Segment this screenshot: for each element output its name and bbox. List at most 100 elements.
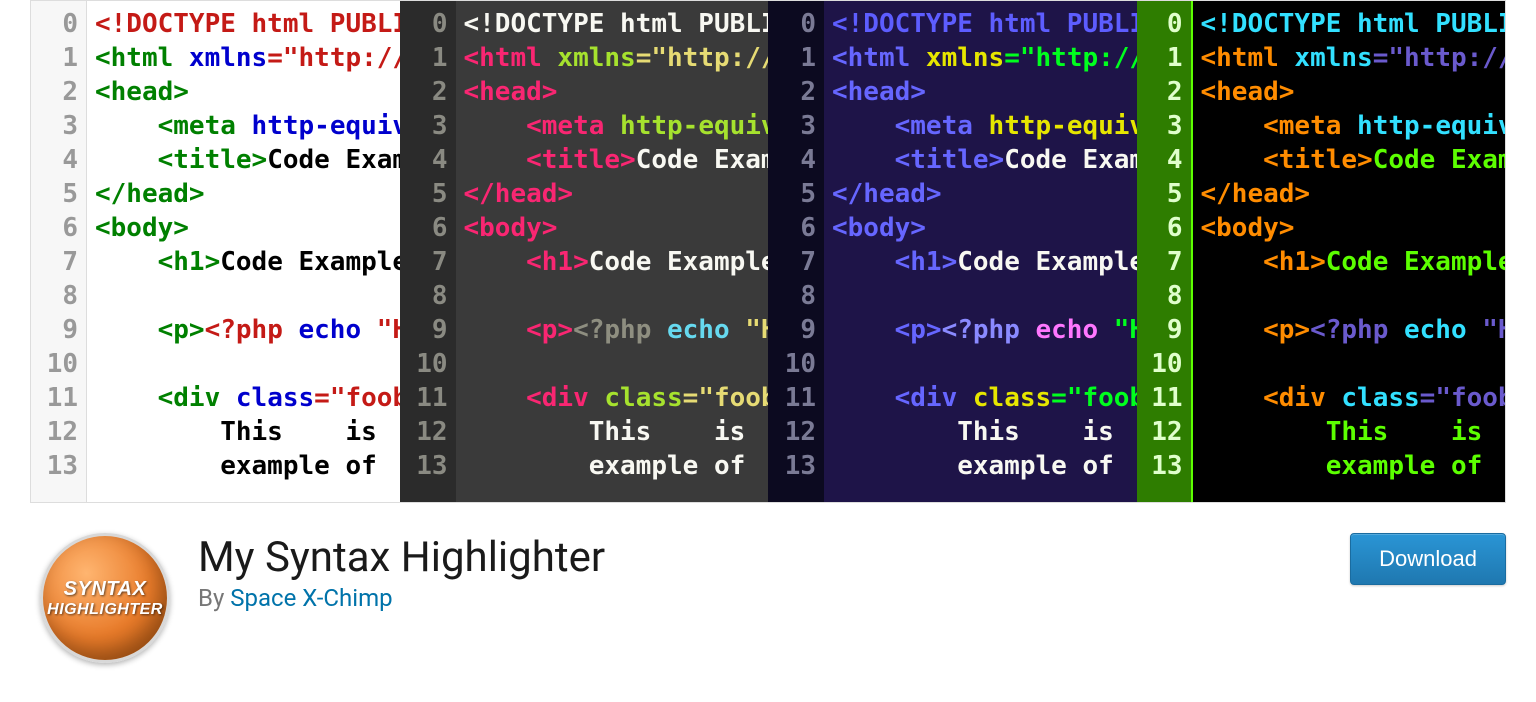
line-number: 13 [768, 449, 816, 483]
code-line: <head> [1201, 75, 1506, 109]
line-number: 12 [1137, 415, 1183, 449]
line-number: 9 [400, 313, 448, 347]
line-number: 1 [400, 41, 448, 75]
line-number: 4 [400, 143, 448, 177]
gutter-night: 012345678910111213 [768, 1, 824, 502]
download-button[interactable]: Download [1350, 533, 1506, 585]
code-line: <p><?php echo "H [832, 313, 1137, 347]
code-line [1201, 347, 1506, 381]
code-line: This is [95, 415, 400, 449]
theme-pane-dark: 012345678910111213 <!DOCTYPE html PUBLI<… [400, 1, 769, 502]
line-number: 3 [400, 109, 448, 143]
line-number: 5 [400, 177, 448, 211]
line-number: 8 [768, 279, 816, 313]
plugin-byline: By Space X-Chimp [198, 584, 1350, 612]
line-number: 1 [31, 41, 78, 75]
line-number: 7 [1137, 245, 1183, 279]
code-line: </head> [464, 177, 769, 211]
line-number: 12 [768, 415, 816, 449]
code-line: <body> [464, 211, 769, 245]
code-line: example of [832, 449, 1137, 483]
code-line: <h1>Code Example [832, 245, 1137, 279]
code-night: <!DOCTYPE html PUBLI<html xmlns="http://… [824, 1, 1137, 502]
code-line: <!DOCTYPE html PUBLI [464, 7, 769, 41]
logo-text-2: HIGHLIGHTER [47, 601, 163, 619]
line-number: 13 [31, 449, 78, 483]
line-number: 9 [768, 313, 816, 347]
line-number: 6 [1137, 211, 1183, 245]
plugin-meta: My Syntax Highlighter By Space X-Chimp [198, 533, 1350, 612]
line-number: 7 [400, 245, 448, 279]
code-line: </head> [832, 177, 1137, 211]
code-line: <meta http-equiv [1201, 109, 1506, 143]
author-link[interactable]: Space X-Chimp [230, 584, 392, 612]
code-line: <div class="foob [832, 381, 1137, 415]
code-line: <html xmlns="http:// [1201, 41, 1506, 75]
code-line: </head> [95, 177, 400, 211]
line-number: 8 [400, 279, 448, 313]
gutter-light: 012345678910111213 [31, 1, 87, 502]
line-number: 11 [400, 381, 448, 415]
code-line: <p><?php echo "H [1201, 313, 1506, 347]
code-line: <meta http-equiv [464, 109, 769, 143]
code-line: <meta http-equiv [832, 109, 1137, 143]
line-number: 2 [31, 75, 78, 109]
code-line: <title>Code Exam [95, 143, 400, 177]
code-line: This is [464, 415, 769, 449]
code-line [1201, 279, 1506, 313]
gutter-dark: 012345678910111213 [400, 1, 456, 502]
line-number: 0 [768, 7, 816, 41]
code-line: <body> [1201, 211, 1506, 245]
theme-pane-light: 012345678910111213 <!DOCTYPE html PUBLI<… [31, 1, 400, 502]
code-line: example of [95, 449, 400, 483]
code-line: <p><?php echo "H [95, 313, 400, 347]
line-number: 6 [31, 211, 78, 245]
line-number: 9 [1137, 313, 1183, 347]
code-line: <title>Code Exam [832, 143, 1137, 177]
line-number: 1 [768, 41, 816, 75]
line-number: 8 [31, 279, 78, 313]
line-number: 8 [1137, 279, 1183, 313]
code-line: <head> [832, 75, 1137, 109]
code-line: This is [832, 415, 1137, 449]
plugin-icon: SYNTAX HIGHLIGHTER [40, 533, 170, 663]
line-number: 2 [400, 75, 448, 109]
line-number: 4 [1137, 143, 1183, 177]
code-line: <meta http-equiv [95, 109, 400, 143]
line-number: 11 [768, 381, 816, 415]
line-number: 0 [31, 7, 78, 41]
plugin-title: My Syntax Highlighter [198, 533, 1350, 582]
line-number: 7 [768, 245, 816, 279]
line-number: 6 [400, 211, 448, 245]
code-line: <!DOCTYPE html PUBLI [95, 7, 400, 41]
code-line: <h1>Code Example [464, 245, 769, 279]
line-number: 0 [1137, 7, 1183, 41]
code-line: </head> [1201, 177, 1506, 211]
line-number: 12 [400, 415, 448, 449]
line-number: 11 [31, 381, 78, 415]
code-line: <div class="foob [95, 381, 400, 415]
line-number: 9 [31, 313, 78, 347]
line-number: 11 [1137, 381, 1183, 415]
code-black: <!DOCTYPE html PUBLI<html xmlns="http://… [1193, 1, 1506, 502]
line-number: 2 [1137, 75, 1183, 109]
line-number: 4 [768, 143, 816, 177]
gutter-black: 012345678910111213 [1137, 1, 1193, 502]
by-prefix: By [198, 584, 230, 612]
code-line [464, 347, 769, 381]
line-number: 10 [31, 347, 78, 381]
code-line: <html xmlns="http:// [95, 41, 400, 75]
code-line: <!DOCTYPE html PUBLI [1201, 7, 1506, 41]
code-line: <p><?php echo "H [464, 313, 769, 347]
code-line: <div class="foob [1201, 381, 1506, 415]
line-number: 5 [1137, 177, 1183, 211]
code-line: <h1>Code Example [95, 245, 400, 279]
code-line: <body> [832, 211, 1137, 245]
code-line: example of [464, 449, 769, 483]
line-number: 6 [768, 211, 816, 245]
theme-pane-night: 012345678910111213 <!DOCTYPE html PUBLI<… [768, 1, 1137, 502]
line-number: 10 [1137, 347, 1183, 381]
code-line: example of [1201, 449, 1506, 483]
line-number: 12 [31, 415, 78, 449]
line-number: 5 [31, 177, 78, 211]
